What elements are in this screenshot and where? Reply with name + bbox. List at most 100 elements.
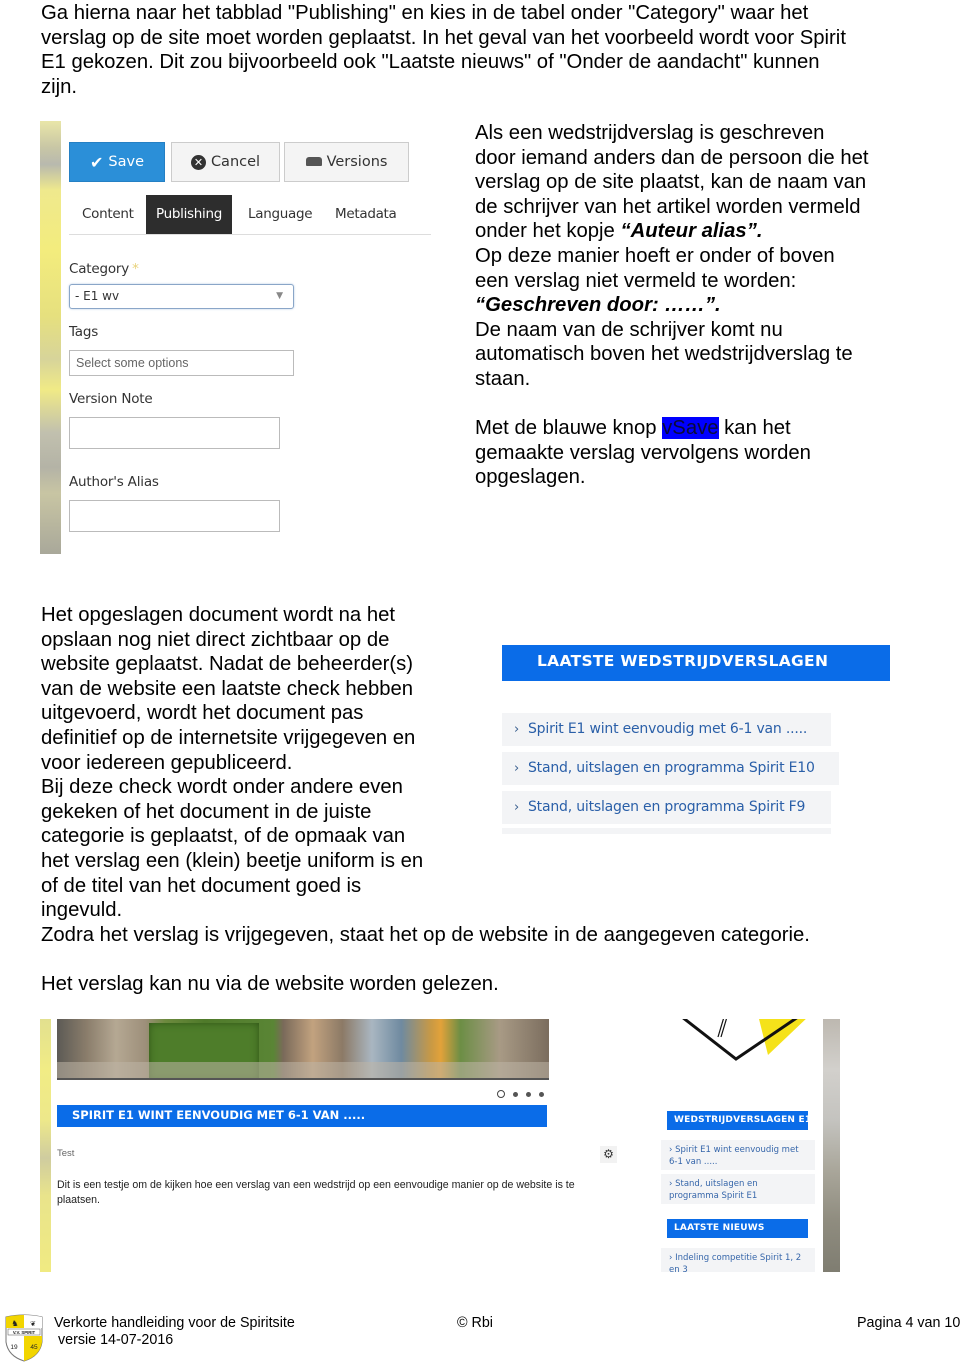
text-line: opgeslagen. — [475, 466, 586, 489]
category-select[interactable]: - E1 wv ▼ — [69, 284, 294, 309]
gear-icon[interactable]: ⚙ — [600, 1146, 617, 1163]
article-title: SPIRIT E1 WINT EENVOUDIG MET 6-1 VAN ...… — [57, 1105, 547, 1127]
category-label-text: Category — [69, 261, 130, 277]
widget-list-item-partial — [502, 828, 831, 834]
cancel-label: Cancel — [210, 154, 261, 170]
background-photo-edge — [823, 1019, 840, 1272]
editor-tabs: Content Publishing Language Metadata — [69, 195, 431, 235]
header-photo — [57, 1019, 549, 1080]
text-line: de schrijver van het artikel worden verm… — [475, 195, 861, 218]
tab-language[interactable]: Language — [242, 195, 318, 234]
widget-item-label: Stand, uitslagen en programma Spirit F9 — [528, 799, 806, 815]
close-circle-icon: ✕ — [190, 154, 206, 170]
version-note-label: Version Note — [69, 391, 153, 407]
sidebar-link[interactable]: › Stand, uitslagen en programma Spirit E… — [661, 1174, 815, 1204]
widget-list-item[interactable]: › Stand, uitslagen en programma Spirit E1… — [502, 752, 839, 785]
text-line: Het opgeslagen document wordt na het — [41, 604, 396, 626]
svg-text:❦: ❦ — [30, 1321, 36, 1328]
save-label: Save — [108, 154, 144, 170]
svg-text:45: 45 — [30, 1344, 38, 1351]
widget-item-label: Stand, uitslagen en programma Spirit E10 — [528, 760, 815, 776]
chevron-right-icon: › — [514, 800, 519, 815]
background-strip — [40, 121, 61, 554]
text-line: verslag op de site plaatst, kan de naam … — [475, 171, 867, 194]
text-line: Op deze manier hoeft er onder of boven — [475, 244, 835, 267]
versions-button[interactable]: Versions — [284, 142, 409, 182]
widget-header: LAATSTE WEDSTRIJDVERSLAGEN — [502, 645, 890, 681]
save-button[interactable]: ✔ Save — [69, 142, 165, 182]
text-line: door iemand anders dan de persoon die he… — [475, 146, 869, 169]
sidebar-header: LAATSTE NIEUWS — [667, 1219, 808, 1238]
chevron-right-icon: › — [514, 761, 519, 776]
article-meta: Test — [57, 1148, 75, 1159]
emphasis-auteur-alias: “Auteur alias”. — [620, 220, 763, 243]
text-line: of de titel van het document goed is — [41, 874, 362, 897]
category-value: - E1 wv — [75, 289, 120, 303]
article-body: Dit is een testje om de kijken hoe een v… — [57, 1179, 575, 1206]
website-screenshot: SPIRIT E1 WINT EENVOUDIG MET 6-1 VAN ...… — [40, 1019, 840, 1272]
text-line: het verslag een (klein) beetje uniform i… — [41, 849, 424, 872]
text-line: onder het kopje “Auteur alias”. — [475, 219, 869, 244]
text-line: Als een wedstrijdverslag is geschreven — [475, 122, 825, 144]
text-line: Zodra het verslag is vrijgegeven, staat … — [41, 923, 810, 946]
widget-item-label: Spirit E1 wint eenvoudig met 6-1 van ...… — [528, 721, 808, 737]
intro-line: verslag op de site moet worden geplaatst… — [41, 26, 846, 49]
svg-text:♞: ♞ — [11, 1319, 18, 1328]
text-line: staan. — [475, 367, 531, 390]
version-note-input[interactable] — [69, 417, 280, 449]
sidebar-link-label: Stand, uitslagen en programma Spirit E1 — [669, 1179, 758, 1201]
tab-metadata[interactable]: Metadata — [329, 195, 403, 234]
check-icon: ✔ — [90, 152, 104, 172]
text-line: gemaakte verslag vervolgens worden — [475, 441, 811, 464]
intro-line: zijn. — [41, 75, 78, 98]
emphasis-geschreven-door: “Geschreven door: ……”. — [475, 294, 721, 317]
svg-text:V.V. SPIRIT: V.V. SPIRIT — [13, 1330, 36, 1335]
site-logo-fragment — [682, 1019, 806, 1061]
page-footer: ♞ ❦ V.V. SPIRIT 19 45 Verkorte handleidi… — [0, 1310, 960, 1367]
text-fragment: onder het kopje — [475, 220, 621, 243]
text-fragment: kan het — [718, 416, 791, 439]
tab-publishing[interactable]: Publishing — [146, 195, 232, 234]
copyright: © Rbi — [457, 1315, 493, 1331]
slider-dot[interactable] — [513, 1091, 518, 1097]
chevron-right-icon: › — [514, 722, 519, 737]
slider-dot-active[interactable] — [497, 1090, 505, 1098]
document-title: Verkorte handleiding voor de Spiritsite — [54, 1315, 295, 1331]
authors-alias-input[interactable] — [69, 500, 280, 532]
intro-line: E1 gekozen. Dit zou bijvoorbeeld ook "La… — [41, 51, 820, 74]
widget-list-item[interactable]: › Spirit E1 wint eenvoudig met 6-1 van ..… — [502, 713, 831, 746]
slider-dot[interactable] — [539, 1091, 544, 1097]
sidebar-header: WEDSTRIJDVERSLAGEN E1 — [667, 1111, 811, 1130]
archive-icon — [305, 156, 322, 166]
tags-input[interactable]: Select some options — [69, 350, 294, 376]
category-label: Category * — [69, 261, 139, 277]
authors-alias-label: Author's Alias — [69, 474, 159, 490]
tags-label: Tags — [69, 324, 99, 340]
text-fragment: Met de blauwe knop — [475, 416, 663, 439]
text-line: een verslag niet vermeld te worden: — [475, 269, 797, 292]
background-strip — [40, 1019, 51, 1272]
required-mark: * — [132, 261, 139, 277]
text-line: ingevuld. — [41, 899, 123, 922]
text-line: automatisch boven het wedstrijdverslag t… — [475, 343, 853, 366]
text-line: Het verslag kan nu via de website worden… — [41, 972, 499, 995]
sidebar-link[interactable]: › Spirit E1 wint eenvoudig met 6-1 van .… — [661, 1140, 815, 1170]
chevron-down-icon: ▼ — [276, 291, 283, 301]
sidebar-link[interactable]: › Indeling competitie Spirit 1, 2 en 3 — [661, 1248, 815, 1272]
svg-text:19: 19 — [10, 1344, 18, 1351]
sidebar-link-label: Indeling competitie Spirit 1, 2 en 3 — [669, 1253, 802, 1272]
cancel-button[interactable]: ✕ Cancel — [171, 142, 280, 182]
widget-list-item[interactable]: › Stand, uitslagen en programma Spirit F9 — [502, 791, 831, 824]
highlighted-save: vSave — [662, 416, 719, 439]
latest-reports-screenshot: LAATSTE WEDSTRIJDVERSLAGEN › Spirit E1 wi… — [502, 645, 892, 835]
sidebar-link-label: Spirit E1 wint eenvoudig met 6-1 van ...… — [669, 1145, 799, 1167]
slider-dot[interactable] — [526, 1091, 531, 1097]
text-line: De naam van de schrijver komt nu — [475, 318, 783, 341]
editor-screenshot: ✔ Save ✕ Cancel Versions Content Publish… — [40, 121, 432, 554]
versions-label: Versions — [326, 154, 388, 170]
alias-explanation: Als een wedstrijdverslag is geschreven d… — [475, 121, 869, 490]
tab-content[interactable]: Content — [76, 195, 140, 234]
document-version: versie 14-07-2016 — [58, 1332, 174, 1348]
